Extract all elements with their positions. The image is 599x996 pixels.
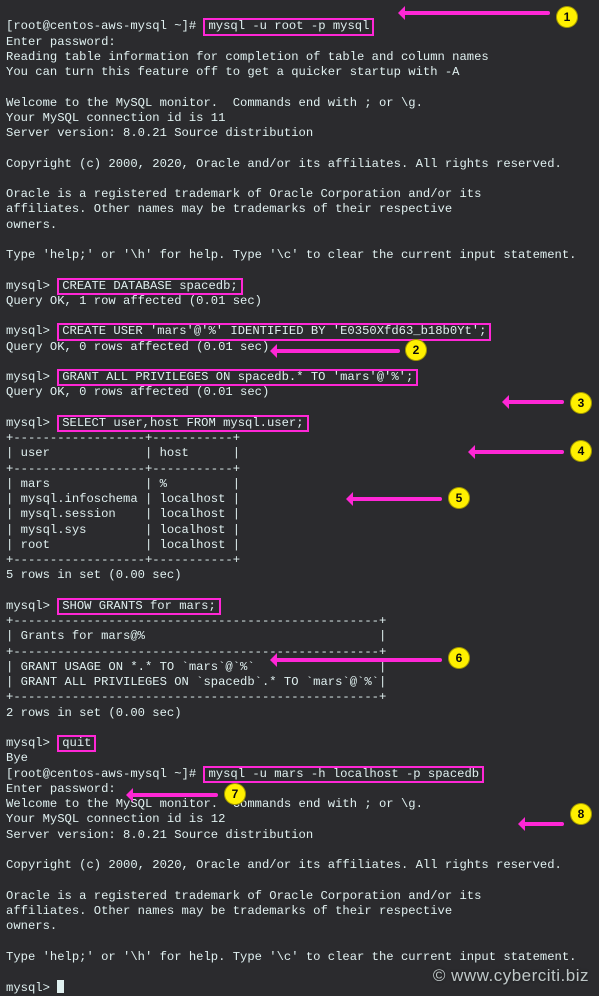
table-footer: 2 rows in set (0.00 sec) bbox=[6, 706, 182, 720]
table-row: | mars | % | bbox=[6, 477, 240, 491]
annotation-arrow bbox=[128, 793, 218, 797]
table-row: | mysql.infoschema | localhost | bbox=[6, 492, 240, 506]
shell-prompt: [root@centos-aws-mysql ~]# bbox=[6, 19, 203, 33]
mysql-prompt[interactable]: mysql> bbox=[6, 981, 57, 995]
highlighted-command-1: mysql -u root -p mysql bbox=[203, 18, 374, 35]
line: Query OK, 1 row affected (0.01 sec) bbox=[6, 294, 262, 308]
line: affiliates. Other names may be trademark… bbox=[6, 202, 452, 216]
cursor-icon bbox=[57, 980, 64, 993]
line: Type 'help;' or '\h' for help. Type '\c'… bbox=[6, 248, 576, 262]
annotation-arrow bbox=[470, 450, 564, 454]
mysql-prompt: mysql> bbox=[6, 370, 57, 384]
line: Enter password: bbox=[6, 782, 116, 796]
line: Reading table information for completion… bbox=[6, 50, 489, 64]
line: Enter password: bbox=[6, 35, 116, 49]
line: Oracle is a registered trademark of Orac… bbox=[6, 187, 481, 201]
line: Welcome to the MySQL monitor. Commands e… bbox=[6, 96, 423, 110]
shell-prompt: [root@centos-aws-mysql ~]# bbox=[6, 767, 203, 781]
mysql-prompt: mysql> bbox=[6, 279, 57, 293]
table-row: | mysql.session | localhost | bbox=[6, 507, 240, 521]
highlighted-command-6: SHOW GRANTS for mars; bbox=[57, 598, 221, 615]
highlighted-command-7: quit bbox=[57, 735, 96, 752]
mysql-prompt: mysql> bbox=[6, 599, 57, 613]
line: You can turn this feature off to get a q… bbox=[6, 65, 459, 79]
table-row: | GRANT ALL PRIVILEGES ON `spacedb`.* TO… bbox=[6, 675, 386, 689]
highlighted-command-5: SELECT user,host FROM mysql.user; bbox=[57, 415, 308, 432]
table-row: | root | localhost | bbox=[6, 538, 240, 552]
table-border: +------------------+-----------+ bbox=[6, 462, 240, 476]
table-border: +---------------------------------------… bbox=[6, 614, 386, 628]
highlighted-command-4: GRANT ALL PRIVILEGES ON spacedb.* TO 'ma… bbox=[57, 369, 418, 386]
table-border: +------------------+-----------+ bbox=[6, 431, 240, 445]
mysql-prompt: mysql> bbox=[6, 416, 57, 430]
line: Your MySQL connection id is 11 bbox=[6, 111, 225, 125]
line: Type 'help;' or '\h' for help. Type '\c'… bbox=[6, 950, 576, 964]
line: Server version: 8.0.21 Source distributi… bbox=[6, 828, 313, 842]
mysql-prompt: mysql> bbox=[6, 736, 57, 750]
annotation-arrow bbox=[272, 658, 442, 662]
annotation-arrow bbox=[504, 400, 564, 404]
line: Welcome to the MySQL monitor. Commands e… bbox=[6, 797, 423, 811]
annotation-arrow bbox=[272, 349, 400, 353]
line: Oracle is a registered trademark of Orac… bbox=[6, 889, 481, 903]
terminal-output: [root@centos-aws-mysql ~]# mysql -u root… bbox=[6, 4, 593, 988]
table-row: | mysql.sys | localhost | bbox=[6, 523, 240, 537]
line: Copyright (c) 2000, 2020, Oracle and/or … bbox=[6, 858, 562, 872]
line: Query OK, 0 rows affected (0.01 sec) bbox=[6, 385, 269, 399]
line: Your MySQL connection id is 12 bbox=[6, 812, 225, 826]
line: Bye bbox=[6, 751, 28, 765]
table-footer: 5 rows in set (0.00 sec) bbox=[6, 568, 182, 582]
table-header: | Grants for mars@% | bbox=[6, 629, 386, 643]
table-border: +---------------------------------------… bbox=[6, 645, 386, 659]
highlighted-command-3: CREATE USER 'mars'@'%' IDENTIFIED BY 'E0… bbox=[57, 323, 491, 340]
annotation-arrow bbox=[400, 11, 550, 15]
mysql-prompt: mysql> bbox=[6, 324, 57, 338]
annotation-arrow bbox=[348, 497, 442, 501]
line: owners. bbox=[6, 919, 57, 933]
annotation-arrow bbox=[520, 822, 564, 826]
line: Server version: 8.0.21 Source distributi… bbox=[6, 126, 313, 140]
line: Copyright (c) 2000, 2020, Oracle and/or … bbox=[6, 157, 562, 171]
highlighted-command-8: mysql -u mars -h localhost -p spacedb bbox=[203, 766, 484, 783]
watermark-text: © www.cyberciti.biz bbox=[433, 965, 589, 986]
line: Query OK, 0 rows affected (0.01 sec) bbox=[6, 340, 269, 354]
table-border: +---------------------------------------… bbox=[6, 690, 386, 704]
table-border: +------------------+-----------+ bbox=[6, 553, 240, 567]
highlighted-command-2: CREATE DATABASE spacedb; bbox=[57, 278, 243, 295]
line: owners. bbox=[6, 218, 57, 232]
table-header: | user | host | bbox=[6, 446, 240, 460]
line: affiliates. Other names may be trademark… bbox=[6, 904, 452, 918]
